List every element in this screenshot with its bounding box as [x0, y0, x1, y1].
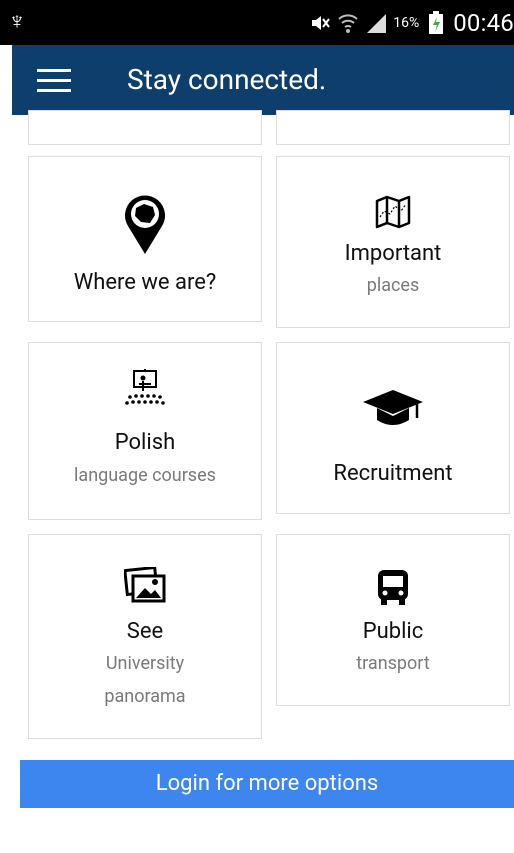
- status-right: 16% 00:46: [309, 0, 514, 45]
- card-public-transport[interactable]: Public transport: [276, 534, 510, 706]
- card-subtitle: places: [366, 275, 420, 296]
- card-subtitle: University: [105, 653, 185, 674]
- card-where-we-are[interactable]: Where we are?: [28, 156, 262, 322]
- mute-icon: [309, 12, 331, 34]
- card-recruitment[interactable]: Recruitment: [276, 342, 510, 514]
- photos-icon: [29, 567, 261, 603]
- wifi-icon: [337, 12, 359, 34]
- card-partial-left[interactable]: [28, 110, 262, 145]
- card-title: Important: [344, 241, 442, 266]
- status-bar: ♆ 16% 00:46: [0, 0, 514, 45]
- card-partial-right[interactable]: [276, 110, 510, 145]
- card-title: Polish: [114, 430, 176, 455]
- map-icon: [277, 195, 509, 229]
- card-subtitle: transport: [356, 653, 430, 674]
- usb-icon: ♆: [8, 7, 26, 35]
- card-subtitle: language courses: [74, 465, 216, 486]
- card-title: Public: [362, 619, 424, 644]
- status-time: 00:46: [453, 8, 514, 37]
- card-university-panorama[interactable]: See University panorama: [28, 534, 262, 739]
- app-bar: Stay connected.: [12, 45, 514, 115]
- card-title: Recruitment: [333, 461, 453, 486]
- battery-icon: [425, 10, 447, 34]
- location-pin-icon: [29, 192, 261, 256]
- card-title: Where we are?: [73, 270, 217, 295]
- card-subtitle: panorama: [104, 686, 186, 707]
- menu-icon[interactable]: [37, 67, 71, 95]
- bus-icon: [277, 568, 509, 606]
- card-important-places[interactable]: Important places: [276, 156, 510, 328]
- card-title: See: [126, 619, 164, 644]
- lecture-icon: [29, 369, 261, 411]
- login-button[interactable]: Login for more options: [20, 760, 514, 808]
- card-polish-courses[interactable]: Polish language courses: [28, 342, 262, 520]
- signal-icon: [365, 12, 387, 34]
- app-title: Stay connected.: [127, 63, 327, 96]
- battery-percent: 16%: [393, 14, 420, 31]
- graduation-cap-icon: [277, 388, 509, 428]
